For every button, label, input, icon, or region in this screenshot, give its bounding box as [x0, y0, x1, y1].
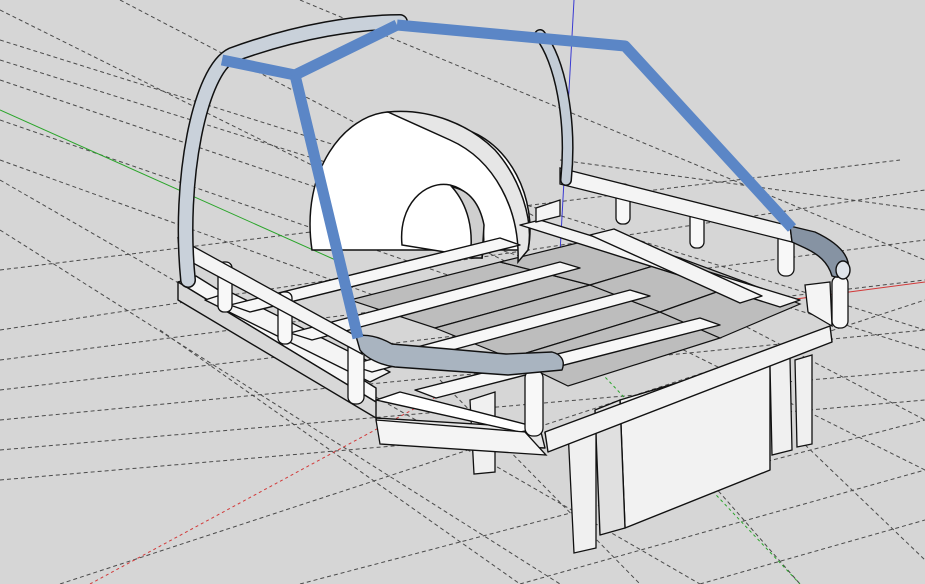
modeling-viewport[interactable] — [0, 0, 925, 584]
axis-green-line — [0, 109, 341, 263]
3d-scene[interactable] — [0, 0, 925, 584]
